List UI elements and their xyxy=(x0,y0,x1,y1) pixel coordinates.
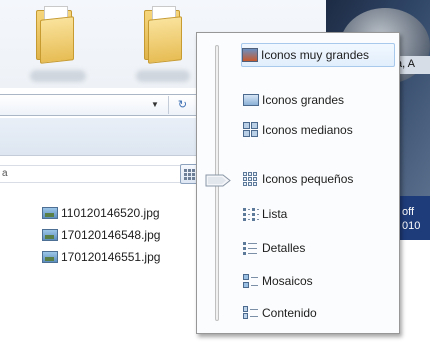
chevron-down-icon[interactable]: ▼ xyxy=(150,100,160,110)
folder-label xyxy=(30,70,86,82)
menu-item-label: Iconos medianos xyxy=(262,123,353,137)
file-name: 110120146520.jpg xyxy=(61,206,160,220)
menu-item-label: Iconos muy grandes xyxy=(261,48,370,62)
menu-item-details[interactable]: Detalles xyxy=(243,236,393,260)
menu-item-label: Iconos pequeños xyxy=(262,172,354,186)
list-icon xyxy=(243,206,259,222)
menu-item-small-icons[interactable]: Iconos pequeños xyxy=(243,167,393,191)
view-grid-icon xyxy=(184,169,195,180)
folder-icon[interactable] xyxy=(144,6,184,64)
menu-item-tiles[interactable]: Mosaicos xyxy=(243,269,393,293)
menu-item-medium-icons[interactable]: Iconos medianos xyxy=(243,118,393,142)
column-header: a xyxy=(2,168,8,179)
desktop-panel xyxy=(400,196,430,240)
list-item[interactable]: 170120146548.jpg xyxy=(42,226,160,244)
list-item[interactable]: 170120146551.jpg xyxy=(42,248,160,266)
list-item[interactable]: 110120146520.jpg xyxy=(42,204,160,222)
file-name: 170120146551.jpg xyxy=(61,250,161,264)
command-bar xyxy=(0,118,200,156)
details-icon xyxy=(243,240,259,256)
view-slider-thumb[interactable] xyxy=(205,174,231,187)
menu-item-label: Detalles xyxy=(262,241,306,255)
medium-icons-icon xyxy=(243,122,259,138)
menu-item-label: Contenido xyxy=(262,306,317,320)
column-header-bar: a xyxy=(0,165,200,183)
folder-label xyxy=(136,70,190,82)
menu-item-label: Mosaicos xyxy=(262,274,313,288)
small-icons-icon xyxy=(243,171,259,187)
image-file-icon xyxy=(42,251,58,263)
refresh-icon[interactable]: ↻ xyxy=(168,96,196,114)
tiles-icon xyxy=(243,273,259,289)
menu-item-label: Lista xyxy=(262,207,288,221)
folder-icon[interactable] xyxy=(36,6,76,64)
menu-item-content[interactable]: Contenido xyxy=(243,301,393,325)
menu-item-label: Iconos grandes xyxy=(262,93,345,107)
image-file-icon xyxy=(42,207,58,219)
menu-item-extra-large-icons[interactable]: Iconos muy grandes xyxy=(241,43,395,67)
content-icon xyxy=(243,305,259,321)
file-name: 170120146548.jpg xyxy=(61,228,161,242)
partial-text: off xyxy=(402,206,415,218)
partial-text: 010 xyxy=(402,220,421,232)
view-menu: Iconos muy grandes Iconos grandes Iconos… xyxy=(196,32,400,334)
large-icons-icon xyxy=(243,92,259,108)
extra-large-icons-icon xyxy=(242,47,258,63)
image-file-icon xyxy=(42,229,58,241)
menu-item-list[interactable]: Lista xyxy=(243,202,393,226)
menu-item-large-icons[interactable]: Iconos grandes xyxy=(243,88,393,112)
